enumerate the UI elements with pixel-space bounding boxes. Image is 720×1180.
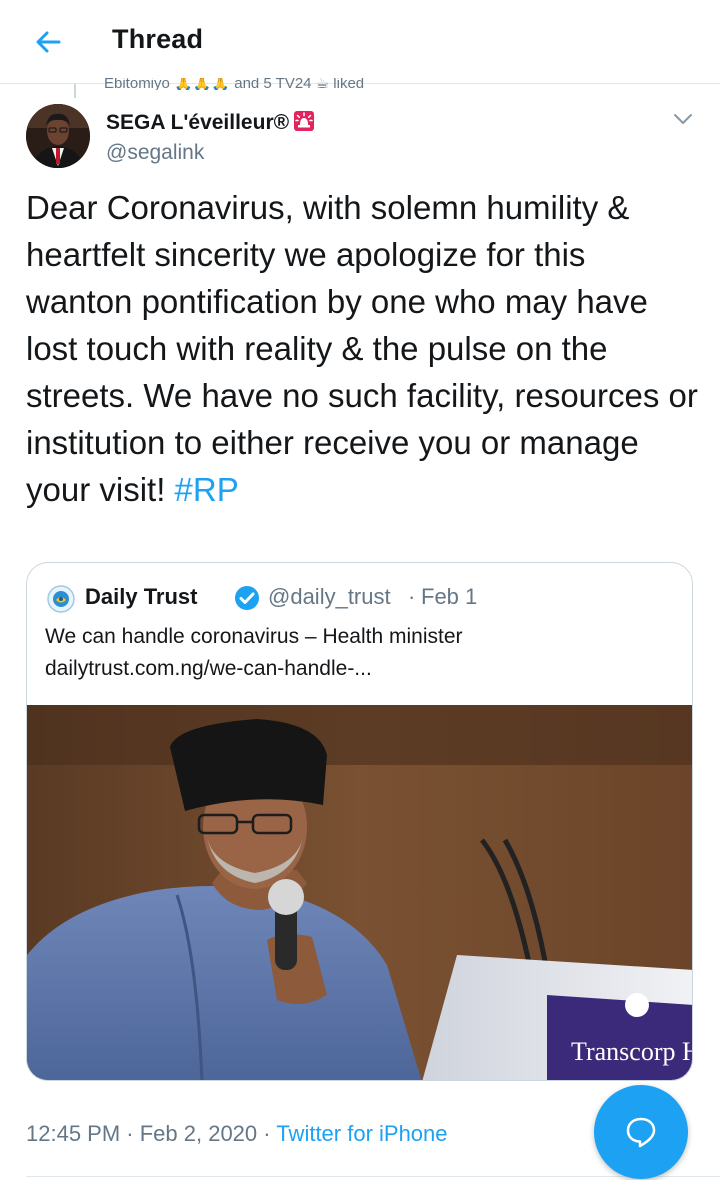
back-arrow-icon: [36, 31, 61, 53]
podium-sign-text: Transcorp Hi: [571, 1037, 693, 1066]
quoted-tweet-card[interactable]: Daily Trust @daily_trust · Feb 1 We can …: [26, 562, 693, 1081]
page-title: Thread: [112, 24, 204, 54]
quoted-photo[interactable]: Transcorp Hi: [27, 705, 693, 1080]
author-name-text: SEGA L'éveilleur®: [106, 111, 290, 134]
quoted-headline: We can handle coronavirus – Health minis…: [45, 625, 463, 648]
tweet-text: Dear Coronavirus, with solemn humility &…: [26, 184, 698, 513]
tweet-body-text: Dear Coronavirus, with solemn humility &…: [26, 189, 698, 508]
hashtag-link[interactable]: #RP: [175, 471, 239, 508]
tweet-metadata: 12:45 PM · Feb 2, 2020 · Twitter for iPh…: [26, 1121, 448, 1147]
author-avatar[interactable]: [26, 104, 90, 168]
divider: [26, 1176, 720, 1177]
tweet-options-button[interactable]: [666, 104, 700, 134]
siren-icon: [293, 110, 315, 132]
compose-reply-button[interactable]: [594, 1085, 688, 1179]
quoted-author-name: Daily Trust: [85, 584, 198, 609]
top-bar: Thread: [0, 0, 720, 84]
quoted-separator-dot: ·: [408, 584, 416, 609]
author-name[interactable]: SEGA L'éveilleur®: [106, 110, 315, 135]
back-button[interactable]: [28, 22, 68, 62]
chevron-down-icon: [674, 114, 692, 124]
author-handle[interactable]: @segalink: [106, 141, 204, 165]
tweet-time: 12:45 PM: [26, 1121, 121, 1146]
meta-separator: ·: [257, 1121, 277, 1146]
meta-separator: ·: [120, 1121, 140, 1146]
quoted-avatar: [47, 585, 75, 613]
verified-badge-icon: [235, 586, 259, 610]
previous-tweet-partial: Ebitomiyo 🙏🙏🙏 and 5 TV24 ☕ liked: [104, 78, 365, 90]
quoted-author-handle: @daily_trust: [268, 584, 391, 609]
compose-reply-icon: [626, 1117, 656, 1148]
quoted-date: Feb 1: [421, 584, 478, 609]
tweet-source-link[interactable]: Twitter for iPhone: [276, 1121, 447, 1146]
tweet-date: Feb 2, 2020: [139, 1121, 258, 1146]
thread-connector-line: [74, 84, 76, 98]
quoted-link[interactable]: dailytrust.com.ng/we-can-handle-...: [45, 653, 675, 684]
